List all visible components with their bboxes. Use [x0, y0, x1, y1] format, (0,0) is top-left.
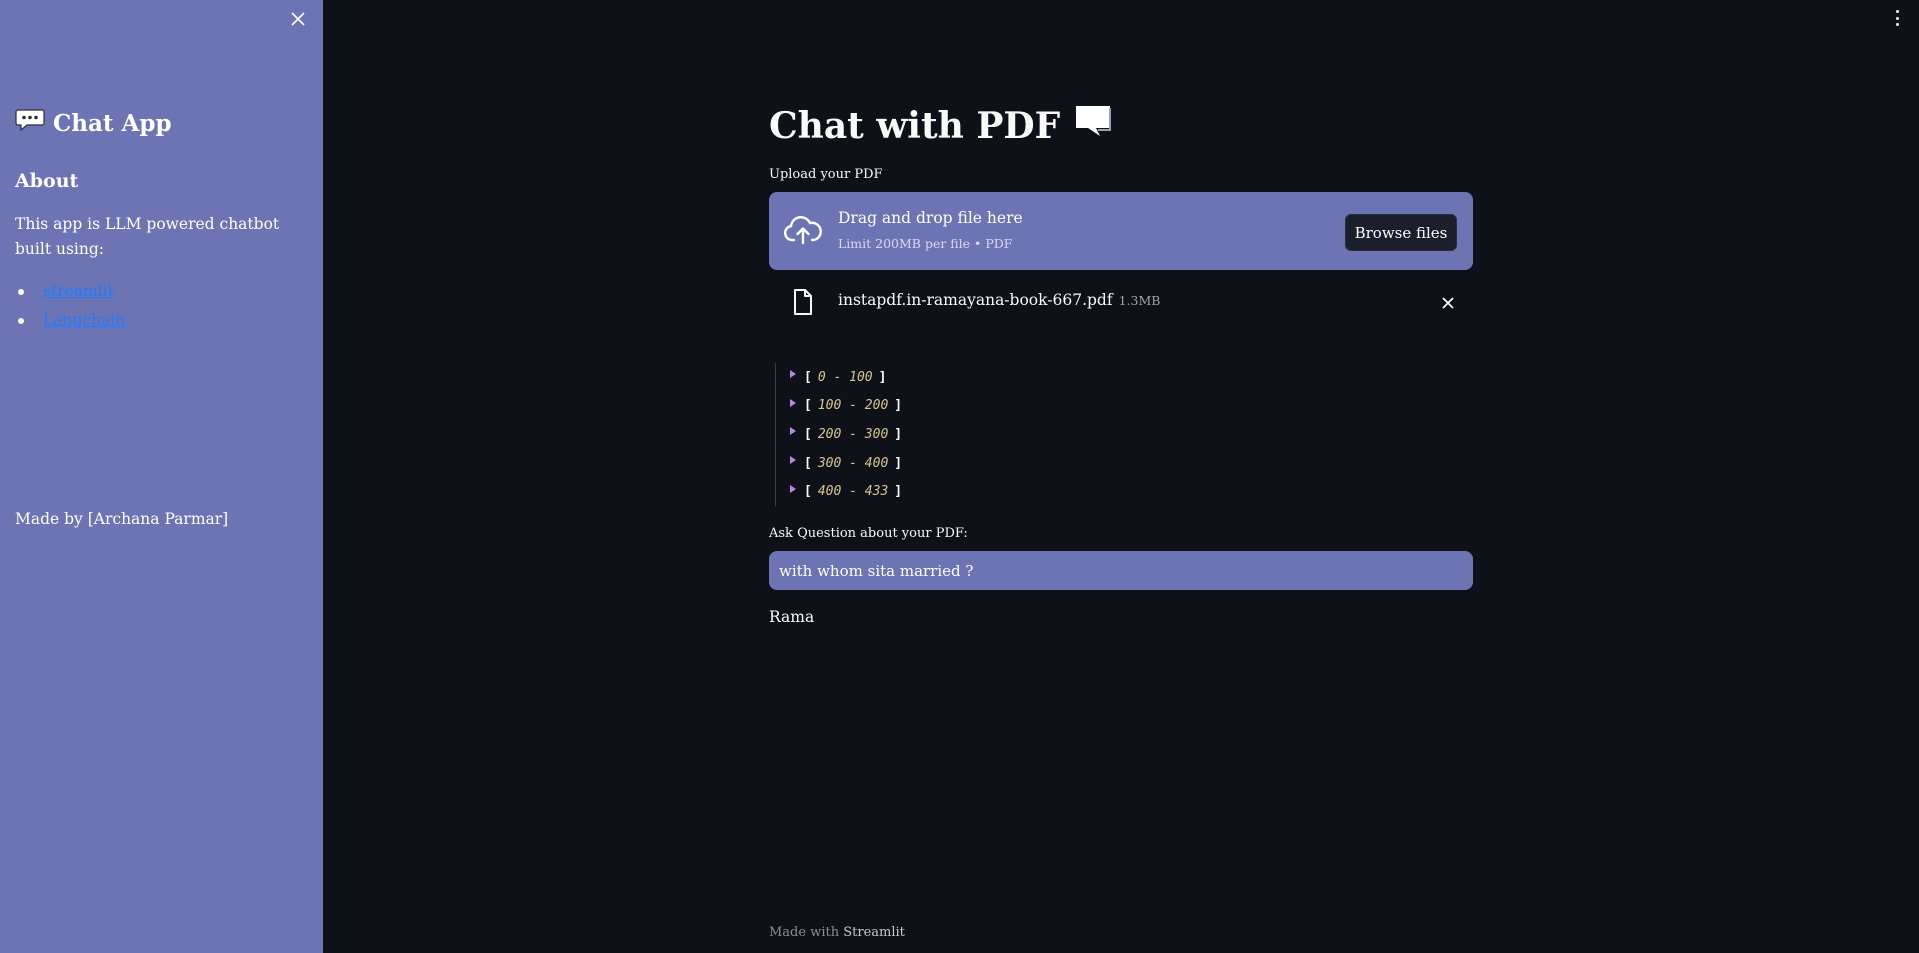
question-label: Ask Question about your PDF:: [769, 526, 968, 541]
sidebar: Chat App About This app is LLM powered c…: [0, 0, 323, 953]
upload-label: Upload your PDF: [769, 167, 883, 182]
about-links: streamlit Langchain: [15, 279, 125, 337]
chunk-range: 300 - 400: [817, 455, 889, 471]
footer-prefix: Made with: [769, 925, 840, 940]
dropzone-limit: Limit 200MB per file • PDF: [838, 236, 1013, 251]
streamlit-link[interactable]: streamlit: [43, 282, 114, 300]
tree-node[interactable]: [400 - 433]: [790, 477, 902, 506]
sidebar-title-text: Chat App: [53, 109, 172, 137]
browse-files-button[interactable]: Browse files: [1345, 214, 1457, 251]
file-name: instapdf.in-ramayana-book-667.pdf: [838, 291, 1113, 309]
expand-caret-icon[interactable]: [790, 370, 796, 379]
footer: Made with Streamlit: [769, 925, 905, 940]
list-item: Langchain: [15, 308, 125, 337]
expand-caret-icon[interactable]: [790, 398, 796, 407]
chunk-range: 400 - 433: [817, 484, 889, 500]
chunk-tree: [0 - 100] [100 - 200] [200 - 300] [300 -…: [775, 363, 902, 506]
tree-node[interactable]: [0 - 100]: [790, 363, 902, 392]
tree-node[interactable]: [100 - 200]: [790, 392, 902, 421]
list-item: streamlit: [15, 279, 125, 308]
made-by-text: Made by [Archana Parmar]: [15, 510, 229, 528]
tree-node[interactable]: [200 - 300]: [790, 420, 902, 449]
tree-node[interactable]: [300 - 400]: [790, 449, 902, 478]
expand-caret-icon[interactable]: [790, 456, 796, 465]
footer-brand-link[interactable]: Streamlit: [843, 925, 905, 940]
answer-text: Rama: [769, 608, 815, 626]
about-heading: About: [15, 170, 79, 192]
page-title: Chat with PDF: [769, 104, 1112, 147]
remove-file-icon[interactable]: [1438, 293, 1458, 313]
close-icon[interactable]: [287, 8, 309, 30]
vertical-dots-menu-icon[interactable]: [1889, 8, 1905, 28]
file-icon: [793, 289, 813, 315]
file-name-wrap: instapdf.in-ramayana-book-667.pdf 1.3MB: [838, 291, 1160, 309]
langchain-link[interactable]: Langchain: [43, 311, 125, 329]
chunk-range: 100 - 200: [817, 398, 889, 414]
page-title-text: Chat with PDF: [769, 104, 1061, 147]
file-dropzone[interactable]: Drag and drop file here Limit 200MB per …: [769, 192, 1473, 270]
about-description: This app is LLM powered chatbot built us…: [15, 215, 280, 258]
expand-caret-icon[interactable]: [790, 427, 796, 436]
speech-bubble-icon: [1074, 104, 1112, 147]
chunk-range: 0 - 100: [817, 369, 873, 385]
expand-caret-icon[interactable]: [790, 484, 796, 493]
question-input[interactable]: [769, 551, 1473, 590]
sidebar-title: Chat App: [15, 108, 172, 138]
cloud-upload-icon: [783, 214, 823, 248]
speech-balloon-icon: [15, 108, 45, 138]
file-size: 1.3MB: [1118, 293, 1161, 308]
chunk-range: 200 - 300: [817, 426, 889, 442]
uploaded-file: instapdf.in-ramayana-book-667.pdf 1.3MB: [769, 285, 1473, 321]
dropzone-instructions: Drag and drop file here: [838, 209, 1023, 227]
